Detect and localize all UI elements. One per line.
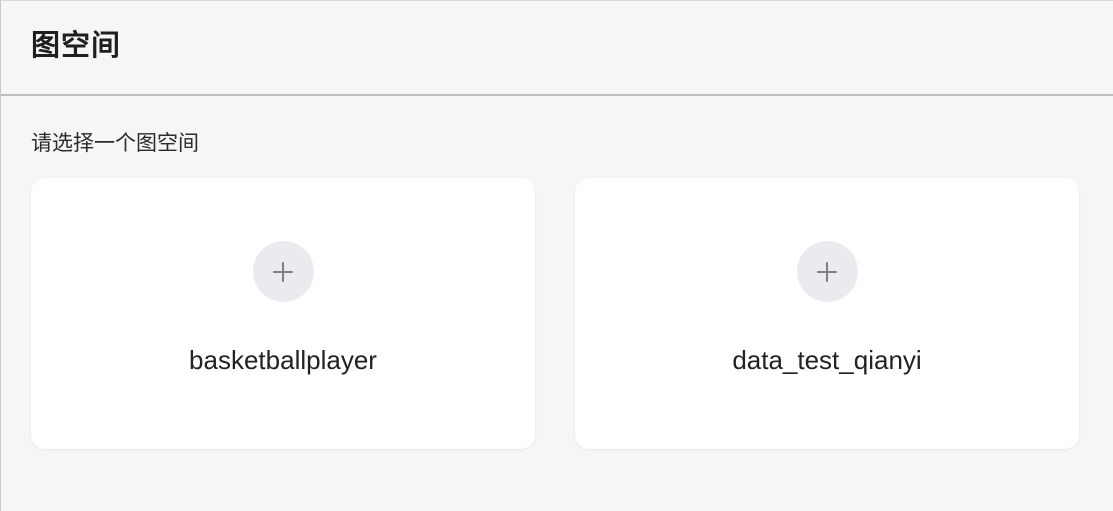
- space-name: data_test_qianyi: [732, 345, 922, 375]
- select-space-prompt: 请选择一个图空间: [31, 131, 199, 155]
- space-card-list: basketballplayer data_test_qianyi: [31, 178, 1083, 449]
- space-card-basketballplayer[interactable]: basketballplayer: [31, 178, 535, 449]
- page-header: 图空间: [1, 1, 1113, 96]
- space-card-data-test-qianyi[interactable]: data_test_qianyi: [575, 178, 1079, 449]
- plus-icon: [252, 241, 314, 302]
- page-title: 图空间: [31, 27, 122, 62]
- main-content: 请选择一个图空间 basketballplayer data_test_qian…: [1, 96, 1113, 449]
- space-name: basketballplayer: [189, 345, 377, 375]
- graph-space-page: 图空间 请选择一个图空间 basketballplayer data_test_…: [0, 0, 1113, 511]
- plus-icon: [796, 241, 858, 302]
